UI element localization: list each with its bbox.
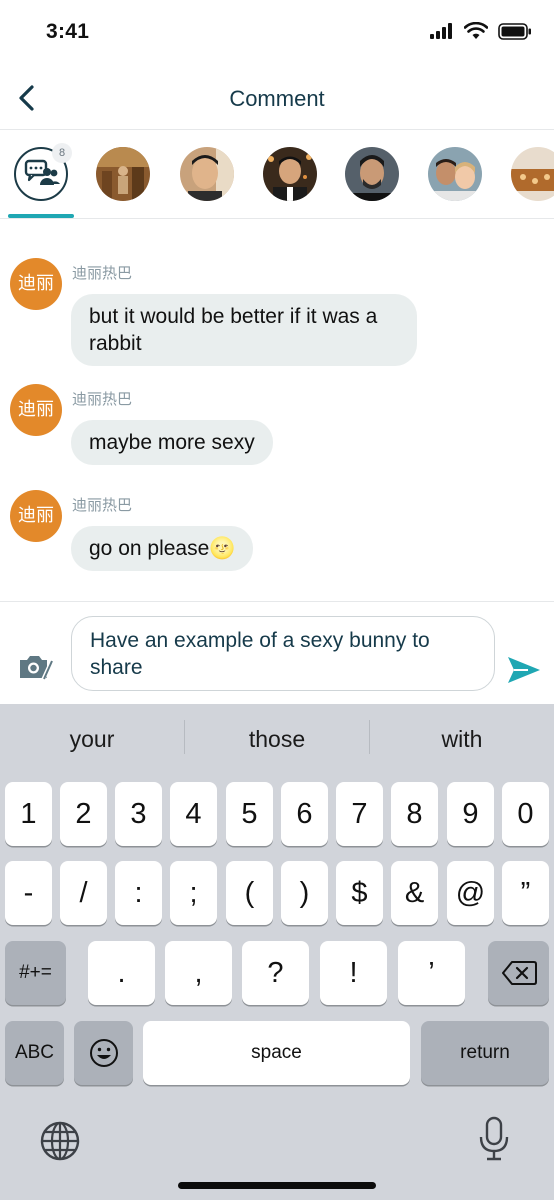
key[interactable]: 1 [5, 782, 52, 846]
key[interactable]: ” [502, 861, 549, 925]
sender-name: 迪丽热巴 [72, 264, 133, 282]
key[interactable]: @ [447, 861, 494, 925]
sender-avatar[interactable]: 迪丽 [10, 258, 62, 310]
suggestion-item[interactable]: with [370, 726, 554, 753]
key[interactable]: 3 [115, 782, 162, 846]
send-button[interactable] [506, 654, 542, 686]
participant-avatar[interactable] [511, 147, 554, 201]
keyboard: your those with 1 2 3 4 5 6 7 8 9 0 - / … [0, 704, 554, 1200]
key[interactable]: 2 [60, 782, 107, 846]
participant-count-badge: 8 [52, 143, 72, 163]
message-bubble[interactable]: but it would be better if it was a rabbi… [71, 294, 417, 366]
key[interactable]: 4 [170, 782, 217, 846]
key[interactable]: 0 [502, 782, 549, 846]
battery-icon [498, 22, 531, 40]
participant-avatar[interactable] [180, 147, 234, 201]
message-bubble[interactable]: maybe more sexy [71, 420, 273, 465]
status-time: 3:41 [46, 20, 90, 43]
emoji-key[interactable] [74, 1021, 133, 1085]
wifi-icon [464, 22, 488, 39]
page-title: Comment [229, 86, 325, 111]
key[interactable]: . [88, 941, 155, 1005]
key[interactable]: ’ [398, 941, 465, 1005]
key[interactable]: $ [336, 861, 383, 925]
suggestion-item[interactable]: your [0, 726, 184, 753]
suggestion-bar: your those with [0, 704, 554, 778]
key[interactable]: ; [170, 861, 217, 925]
participants-strip: 8 [0, 131, 554, 219]
key[interactable]: 5 [226, 782, 273, 846]
key[interactable]: ( [226, 861, 273, 925]
message-list: 迪丽 迪丽热巴 but it would be better if it was… [0, 220, 554, 600]
camera-icon [20, 656, 55, 681]
backspace-key[interactable] [488, 941, 549, 1005]
sender-name: 迪丽热巴 [72, 390, 133, 408]
key[interactable]: / [60, 861, 107, 925]
sender-name: 迪丽热巴 [72, 496, 133, 514]
backspace-icon [501, 961, 537, 985]
sender-avatar[interactable]: 迪丽 [10, 384, 62, 436]
key[interactable]: 6 [281, 782, 328, 846]
key[interactable]: : [115, 861, 162, 925]
space-key[interactable]: space [143, 1021, 410, 1085]
signal-icon [430, 23, 452, 39]
header: Comment [0, 66, 554, 130]
composer: Have an example of a sexy bunny to share [0, 601, 554, 704]
participant-avatar[interactable] [96, 147, 150, 201]
key[interactable]: 8 [391, 782, 438, 846]
key[interactable]: 9 [447, 782, 494, 846]
suggestion-item[interactable]: those [185, 726, 369, 753]
key[interactable]: 7 [336, 782, 383, 846]
send-icon [508, 657, 540, 683]
message-bubble[interactable]: go on please🌝 [71, 526, 254, 571]
abc-key[interactable]: ABC [5, 1021, 64, 1085]
camera-button[interactable] [17, 652, 55, 682]
status-bar: 3:41 [0, 0, 554, 66]
key[interactable]: ! [320, 941, 387, 1005]
key[interactable]: - [5, 861, 52, 925]
participant-avatar[interactable] [345, 147, 399, 201]
key[interactable]: ? [242, 941, 309, 1005]
key[interactable]: , [165, 941, 232, 1005]
participant-avatar[interactable] [263, 147, 317, 201]
comment-input[interactable]: Have an example of a sexy bunny to share [71, 616, 495, 691]
participant-avatar[interactable] [428, 147, 482, 201]
key[interactable]: ) [281, 861, 328, 925]
globe-icon[interactable] [39, 1120, 81, 1162]
home-indicator[interactable] [178, 1182, 376, 1189]
key[interactable]: & [391, 861, 438, 925]
emoji-icon [89, 1039, 118, 1067]
active-tab-indicator [8, 214, 74, 218]
more-symbols-key[interactable]: #+= [5, 941, 66, 1005]
sender-avatar[interactable]: 迪丽 [10, 490, 62, 542]
status-icons [430, 22, 532, 40]
return-key[interactable]: return [421, 1021, 549, 1085]
microphone-icon[interactable] [478, 1116, 510, 1162]
